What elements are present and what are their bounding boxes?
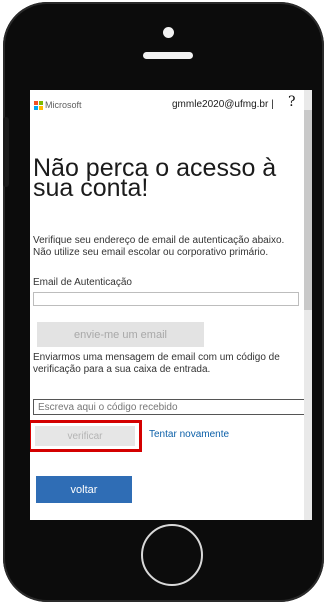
home-button[interactable] [141, 524, 203, 586]
account-email[interactable]: gmmle2020@ufmg.br | [172, 99, 274, 110]
earpiece-speaker [143, 52, 193, 59]
retry-link[interactable]: Tentar novamente [149, 429, 229, 440]
scrollbar-thumb[interactable] [304, 110, 312, 310]
scrollbar[interactable] [304, 90, 312, 520]
screen: Microsoft gmmle2020@ufmg.br | ? Não perc… [30, 90, 312, 520]
help-icon[interactable]: ? [288, 94, 296, 110]
email-label: Email de Autenticação [33, 277, 132, 288]
page-title: Não perca o acesso à sua conta! [33, 154, 277, 202]
verify-highlight-box: verificar [30, 420, 142, 452]
front-camera [163, 27, 174, 38]
phone-side-button [3, 117, 9, 187]
microsoft-logo-icon [34, 101, 43, 110]
email-field[interactable] [33, 292, 299, 306]
back-button[interactable]: voltar [36, 476, 132, 503]
code-input[interactable] [33, 399, 312, 415]
brand-name: Microsoft [45, 100, 82, 110]
send-email-button[interactable]: envie-me um email [37, 322, 204, 347]
sent-message-text: Enviarmos uma mensagem de email com um c… [33, 352, 280, 375]
phone-frame: Microsoft gmmle2020@ufmg.br | ? Não perc… [3, 2, 324, 602]
instructions-text: Verifique seu endereço de email de auten… [33, 235, 285, 258]
verify-button[interactable]: verificar [35, 426, 135, 446]
top-bar: Microsoft gmmle2020@ufmg.br | ? [30, 90, 304, 118]
